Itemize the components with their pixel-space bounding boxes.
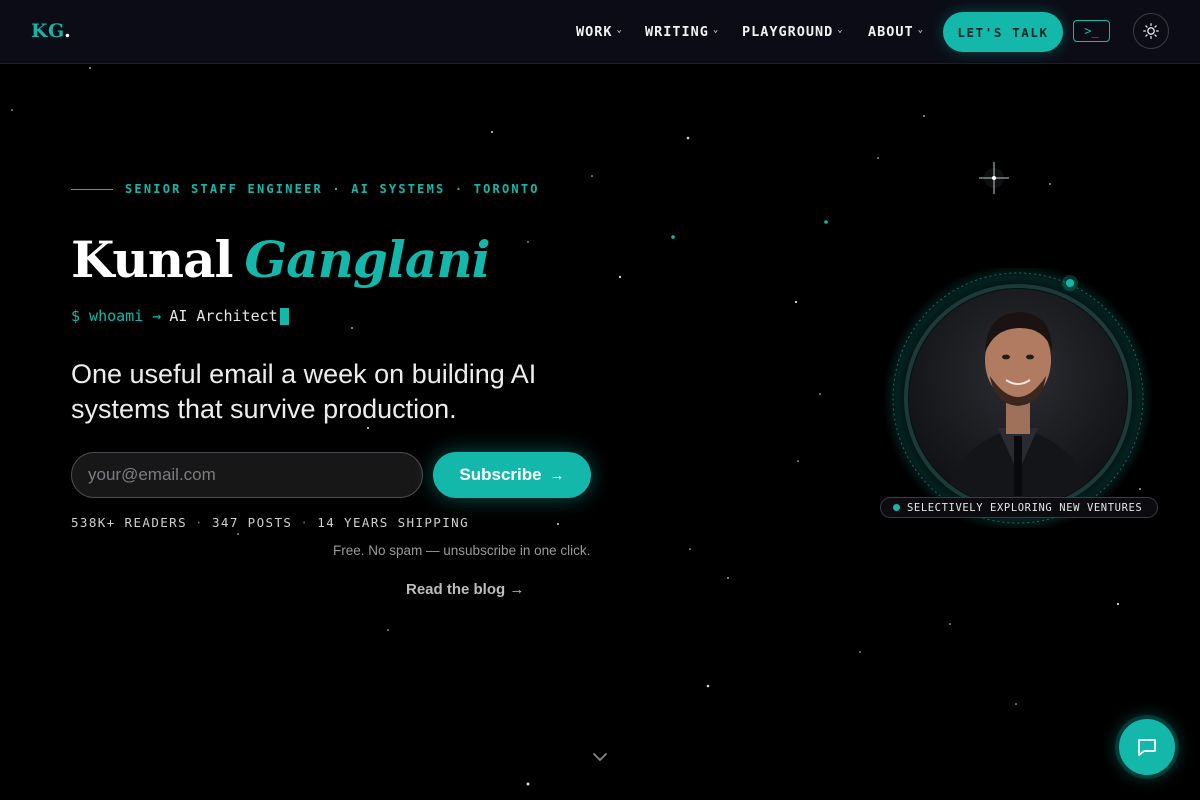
no-spam-note: Free. No spam — unsubscribe in one click… [333, 543, 591, 558]
site-header: KG. WORK ⌄ WRITING ⌄ PLAYGROUND ⌄ ABOUT ⌄ LE… [0, 0, 1200, 64]
stat-posts: 347 POSTS [211, 515, 293, 530]
nav-writing-label: WRITING [645, 24, 709, 40]
subscribe-label: Subscribe [459, 465, 542, 484]
chat-bubble-icon [1138, 739, 1156, 756]
logo-dot: . [64, 20, 72, 42]
arrow-right-icon: → [549, 466, 565, 484]
site-logo[interactable]: KG. [31, 20, 71, 42]
nav-playground-label: PLAYGROUND [742, 24, 834, 40]
sun-icon [1143, 23, 1159, 39]
nav-writing[interactable]: WRITING ⌄ [645, 24, 719, 40]
chevron-down-icon: ⌄ [616, 25, 623, 35]
read-blog-link[interactable]: Read the blog → [406, 581, 524, 598]
stat-separator: · [300, 515, 310, 530]
subscribe-button[interactable]: Subscribe → [433, 452, 591, 498]
terminal-button[interactable]: >_ [1073, 20, 1110, 42]
last-name: Ganglani [244, 230, 490, 289]
hero-tagline: One useful email a week on building AI s… [71, 359, 537, 424]
hero-eyebrow: SENIOR STAFF ENGINEER · AI SYSTEMS · TOR… [71, 182, 540, 196]
stat-readers: 538K+ READERS [71, 515, 188, 530]
nav-work[interactable]: WORK ⌄ [576, 24, 623, 40]
chevron-down-icon [593, 753, 607, 761]
profile-portrait [880, 263, 1160, 533]
nav-about[interactable]: ABOUT ⌄ [868, 24, 924, 40]
nav-about-label: ABOUT [868, 24, 914, 40]
status-text: SELECTIVELY EXPLORING NEW VENTURES [907, 501, 1143, 514]
nav-work-label: WORK [576, 24, 613, 40]
terminal-command: $ whoami → [71, 307, 162, 325]
hero-name: Kunal Ganglani [71, 230, 491, 289]
scroll-down-button[interactable] [592, 750, 608, 768]
stat-years: 14 YEARS SHIPPING [317, 515, 470, 530]
terminal-line: $ whoami → AI Architect [71, 307, 289, 325]
chevron-down-icon: ⌄ [712, 25, 720, 35]
nav-playground[interactable]: PLAYGROUND ⌄ [742, 24, 844, 40]
chevron-down-icon: ⌄ [917, 25, 925, 35]
theme-toggle-button[interactable] [1133, 13, 1169, 49]
eyebrow-line [71, 188, 113, 190]
chat-button[interactable] [1119, 719, 1175, 775]
chevron-down-icon: ⌄ [837, 25, 844, 35]
reader-stats: 538K+ READERS · 347 POSTS · 14 YEARS SHIPPIN… [71, 515, 469, 530]
status-badge: SELECTIVELY EXPLORING NEW VENTURES [880, 497, 1158, 518]
logo-text: KG [31, 20, 65, 42]
avatar [883, 263, 1153, 533]
lets-talk-button[interactable]: LET'S TALK [943, 12, 1063, 52]
status-dot [893, 504, 900, 511]
email-input[interactable] [71, 452, 423, 498]
terminal-result: AI Architect [169, 307, 278, 325]
first-name: Kunal [71, 230, 233, 289]
eyebrow-text: SENIOR STAFF ENGINEER · AI SYSTEMS · TOR… [125, 182, 540, 196]
terminal-cursor [279, 307, 289, 325]
stat-separator: · [195, 515, 204, 530]
